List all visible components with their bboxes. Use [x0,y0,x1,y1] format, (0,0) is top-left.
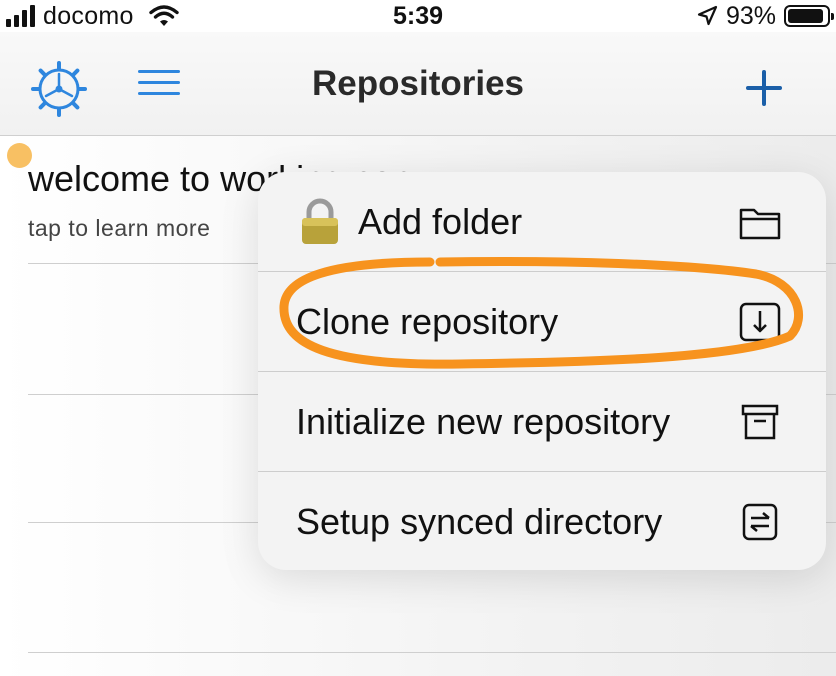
menu-item-initialize-repository[interactable]: Initialize new repository [258,372,826,472]
context-menu: Add folder Clone repository Initialize n… [258,172,826,570]
page-title: Repositories [312,64,524,103]
lock-icon [302,198,338,244]
status-bar: docomo 5:39 93% [0,0,836,32]
plus-icon[interactable] [744,68,784,108]
battery-level-fill [788,9,824,23]
menu-item-label: Setup synced directory [296,501,663,542]
list-divider [28,652,836,653]
sync-arrows-icon [742,503,778,541]
menu-item-label: Clone repository [296,301,559,342]
archive-box-icon [741,404,779,440]
menu-item-clone-repository[interactable]: Clone repository [258,272,826,372]
folder-icon [739,208,781,240]
download-box-icon [739,302,781,342]
battery-percent: 93% [725,1,776,30]
location-arrow-icon [697,5,718,26]
repository-subtitle: tap to learn more [28,215,211,241]
menu-item-setup-synced-directory[interactable]: Setup synced directory [258,472,826,570]
navigation-bar: Repositories [0,32,836,136]
menu-item-label: Initialize new repository [296,401,671,442]
status-right: 93% [696,0,834,32]
menu-item-add-folder[interactable]: Add folder [258,172,826,272]
battery-icon [784,5,834,27]
menu-item-label: Add folder [358,201,523,242]
